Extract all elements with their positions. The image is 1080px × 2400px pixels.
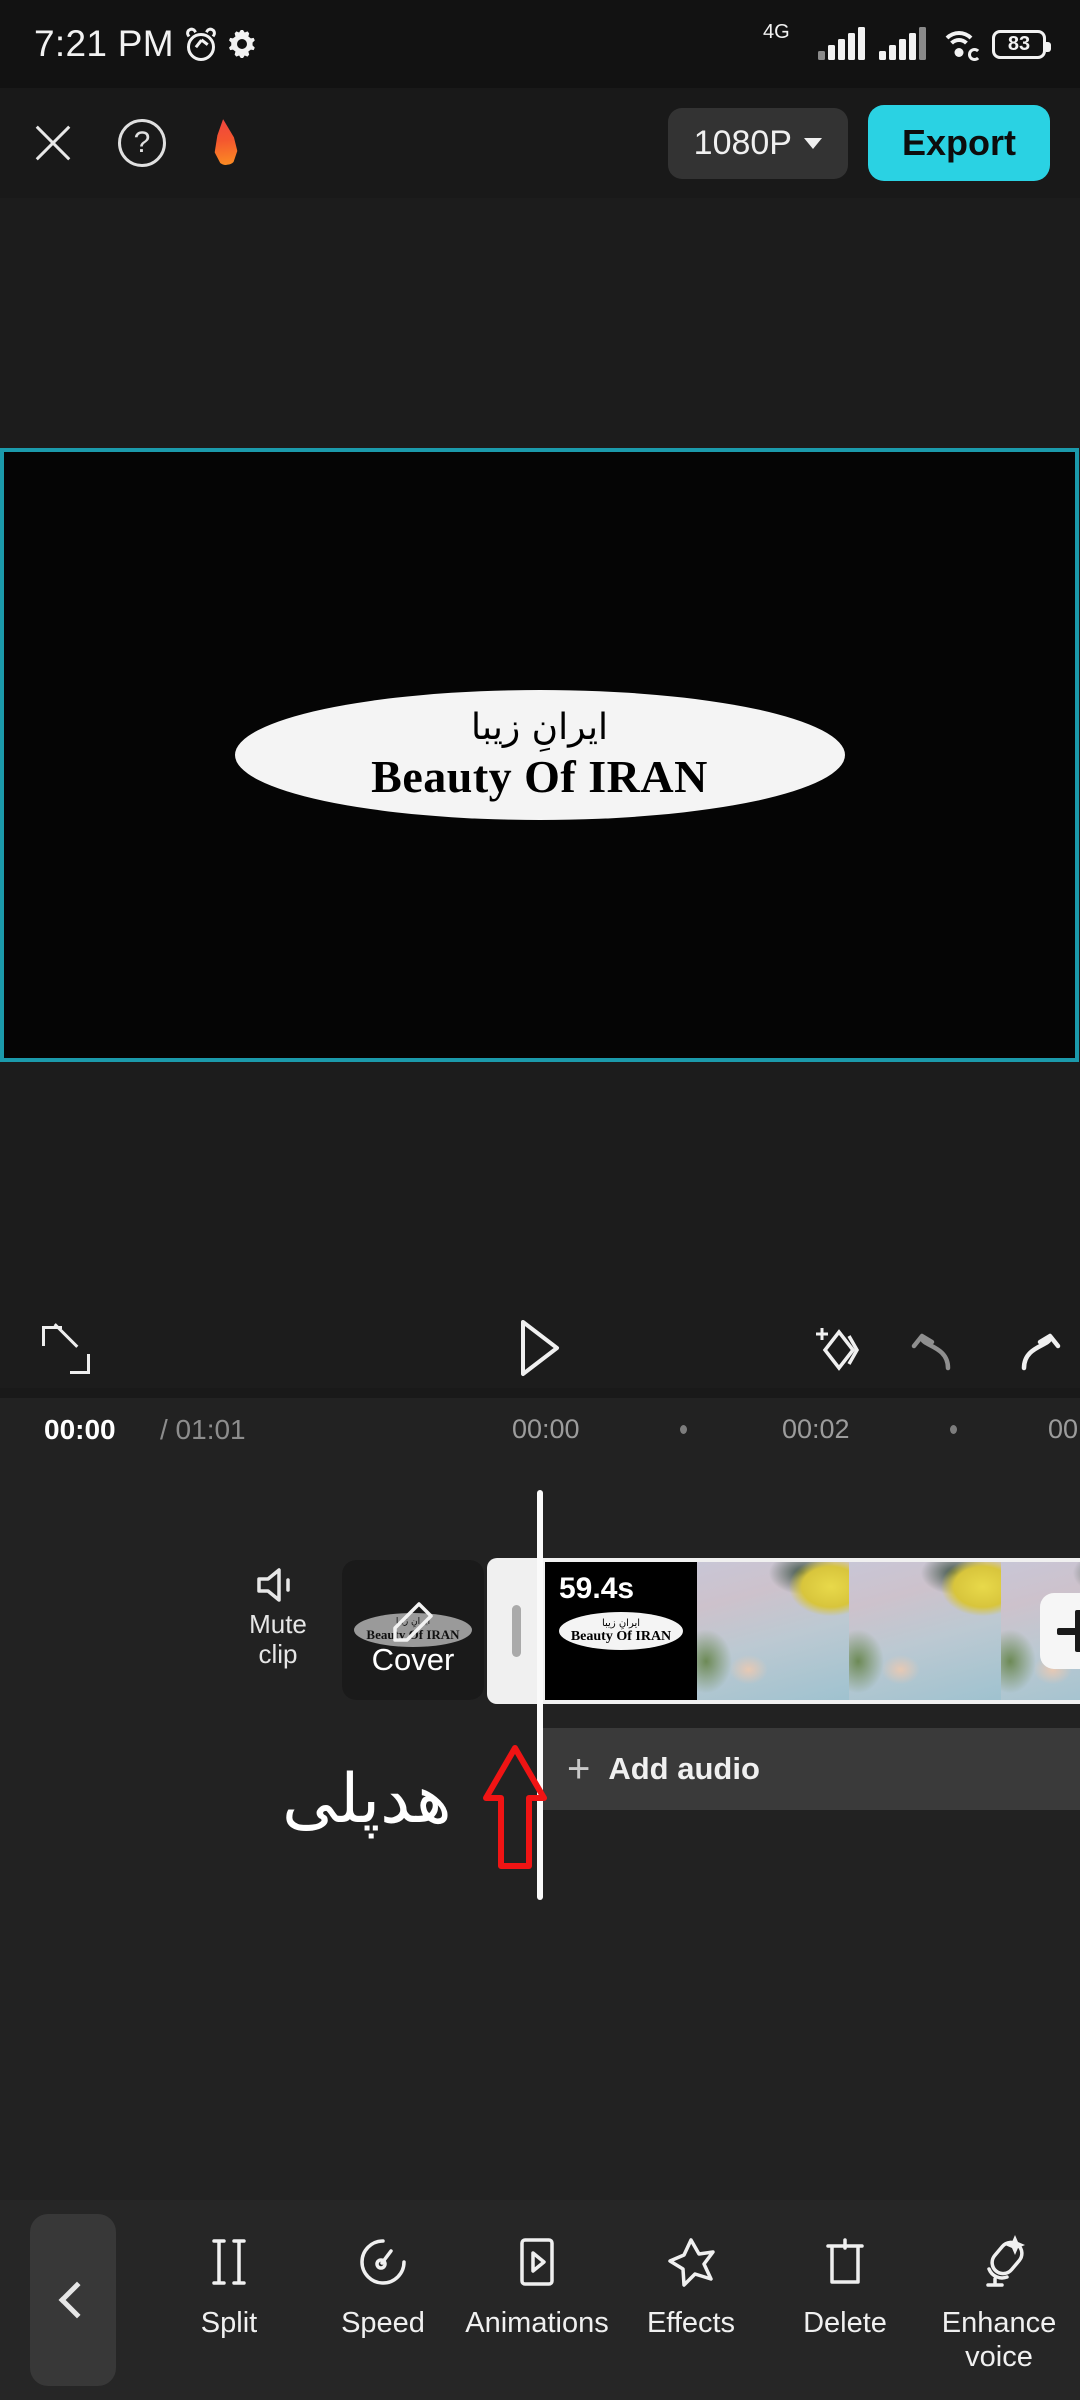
clip-duration-label: 59.4s — [559, 1572, 635, 1605]
tool-animations[interactable]: Animations — [460, 2234, 614, 2340]
mobile-signal-2-icon — [879, 27, 926, 60]
add-audio-label: Add audio — [608, 1751, 760, 1786]
split-icon — [206, 2234, 252, 2290]
add-keyframe-icon[interactable] — [809, 1322, 865, 1378]
resolution-dropdown[interactable]: 1080P — [667, 107, 848, 179]
battery-level: 83 — [1007, 32, 1031, 55]
up-arrow-icon — [480, 1742, 550, 1877]
battery-icon: 83 — [992, 29, 1051, 59]
mute-clip-label-line2: clip — [258, 1639, 298, 1669]
clip-thumbnail-strip[interactable]: 59.4s ایرانِ زیبا Beauty Of IRAN — [545, 1558, 1080, 1704]
tool-effects[interactable]: Effects — [614, 2234, 768, 2340]
flame-icon[interactable] — [208, 117, 242, 169]
toolbar-left-group: ? — [30, 117, 242, 169]
add-clip-button[interactable] — [1040, 1593, 1080, 1669]
bottom-toolbar: Split Speed Animations Effects Delete En… — [0, 2200, 1080, 2400]
tool-list: Split Speed Animations Effects Delete En… — [116, 2200, 1080, 2374]
gear-icon — [228, 30, 256, 58]
status-bar: 7:21 PM 4G 83 — [0, 0, 1080, 88]
network-type-label: 4G — [763, 21, 790, 43]
alarm-icon — [183, 25, 218, 61]
fullscreen-icon[interactable] — [42, 1323, 90, 1374]
player-controls — [0, 1300, 1080, 1400]
ruler-tick-dot-1 — [680, 1425, 687, 1434]
mobile-signal-1-icon: 4G — [763, 21, 865, 60]
chevron-left-icon — [58, 2281, 96, 2319]
tool-label: Animations — [465, 2307, 609, 2339]
ruler-tick-1: 00:02 — [782, 1414, 850, 1444]
export-button[interactable]: Export — [867, 105, 1050, 181]
tool-label: Speed — [341, 2307, 425, 2339]
status-bar-left: 7:21 PM — [34, 23, 256, 65]
toolbar-right-group: 1080P Export — [667, 105, 1050, 181]
tool-delete[interactable]: Delete — [768, 2234, 922, 2340]
add-audio-track[interactable]: + Add audio — [537, 1728, 1080, 1810]
clip-thumb-frame-1 — [697, 1562, 849, 1700]
close-icon[interactable] — [30, 120, 76, 166]
redo-icon[interactable] — [1010, 1324, 1062, 1376]
video-preview-frame[interactable]: ایرانِ زیبا Beauty Of IRAN — [0, 448, 1079, 1062]
clip-thumb-frame-2 — [849, 1562, 1001, 1700]
status-time: 7:21 PM — [34, 23, 174, 64]
effects-star-icon — [666, 2234, 716, 2290]
back-button[interactable] — [30, 2214, 116, 2386]
title-text-english: Beauty Of IRAN — [371, 751, 708, 802]
cover-label: Cover — [371, 1642, 455, 1677]
ruler-tick-2: 00 — [1048, 1414, 1079, 1444]
total-time-label: / 01:01 — [160, 1414, 246, 1445]
tool-label: Enhance voice — [941, 2307, 1057, 2373]
mute-clip-label-line1: Mute — [249, 1609, 307, 1639]
speaker-icon — [255, 1568, 301, 1608]
mute-clip-button[interactable]: Mute clip — [218, 1566, 338, 1669]
clip-thumb-text-fa: ایرانِ زیبا — [601, 1617, 641, 1629]
ruler-tick-0: 00:00 — [512, 1414, 580, 1444]
app-screen: 7:21 PM 4G 83 ? 1080P Export ایرانِ زیبا… — [0, 0, 1080, 2400]
cover-button[interactable]: ایرانِ زیبا Beauty Of IRAN Cover — [342, 1560, 484, 1700]
title-ellipse-overlay[interactable]: ایرانِ زیبا Beauty Of IRAN — [234, 690, 845, 820]
wifi-icon — [940, 29, 981, 61]
plus-icon: + — [567, 1747, 591, 1791]
annotation-text: هدپلی — [282, 1760, 452, 1839]
tool-label: Effects — [646, 2307, 736, 2339]
play-icon[interactable] — [518, 1319, 562, 1382]
current-time-label: 00:00 — [44, 1414, 116, 1445]
chevron-down-icon — [803, 137, 822, 149]
undo-icon[interactable] — [910, 1324, 962, 1376]
trash-icon — [823, 2234, 867, 2290]
timeline-ruler[interactable]: 00:00 / 01:01 00:00 00:02 00 — [0, 1398, 1080, 1460]
ruler-tick-dot-2 — [950, 1425, 957, 1434]
tool-split[interactable]: Split — [152, 2234, 306, 2340]
tool-speed[interactable]: Speed — [306, 2234, 460, 2340]
tool-enhance-voice[interactable]: Enhance voice — [922, 2234, 1076, 2374]
clip-thumb-text-en: Beauty Of IRAN — [570, 1628, 672, 1644]
trim-grip — [511, 1605, 521, 1657]
enhance-voice-icon — [973, 2234, 1025, 2290]
title-text-persian: ایرانِ زیبا — [470, 707, 608, 748]
tool-label: Split — [200, 2307, 258, 2339]
speed-icon — [358, 2234, 408, 2290]
tool-label: Delete — [803, 2307, 887, 2339]
top-toolbar: ? 1080P Export — [0, 88, 1080, 198]
status-bar-right: 4G 83 — [763, 21, 1051, 61]
help-icon[interactable]: ? — [118, 119, 166, 167]
resolution-label: 1080P — [693, 123, 792, 162]
preview-area: ایرانِ زیبا Beauty Of IRAN — [0, 198, 1080, 1388]
video-clip[interactable]: 59.4s ایرانِ زیبا Beauty Of IRAN — [487, 1558, 1080, 1704]
animations-icon — [515, 2234, 559, 2290]
